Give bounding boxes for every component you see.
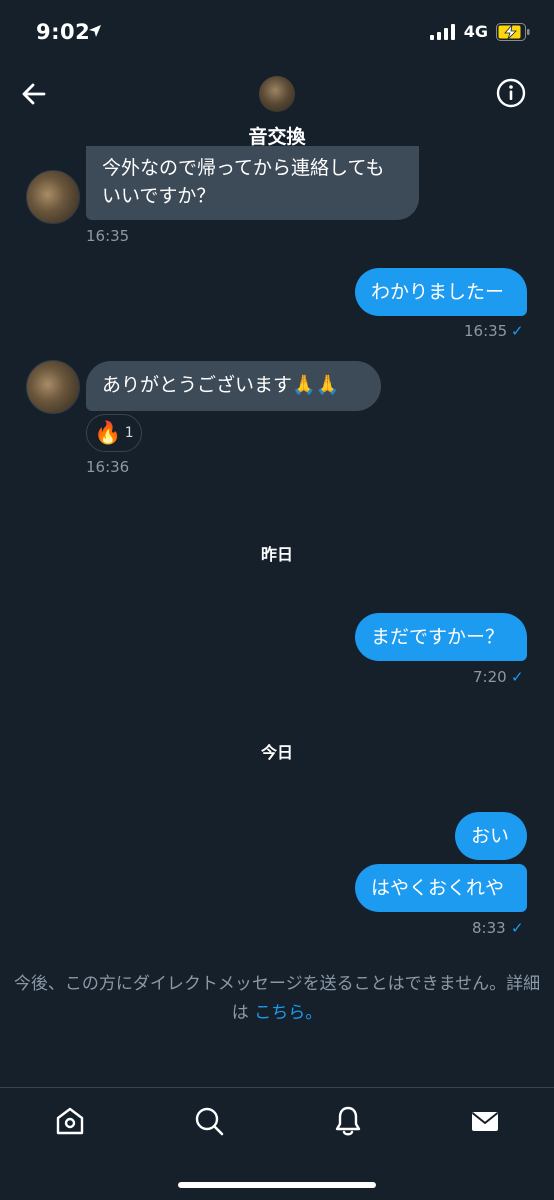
signal-icon <box>429 23 455 40</box>
header-avatar[interactable] <box>259 76 295 112</box>
status-right: 4G <box>429 22 530 41</box>
messages-icon[interactable] <box>468 1104 502 1138</box>
outgoing-message-bubble[interactable]: わかりましたー <box>355 268 527 316</box>
conversation-title[interactable]: 音交換 <box>0 122 554 149</box>
info-icon[interactable] <box>496 78 526 108</box>
sent-check-icon: ✓ <box>511 919 524 937</box>
sent-check-icon: ✓ <box>511 668 524 686</box>
message-timestamp: 16:35 <box>464 322 508 340</box>
message-timestamp: 16:36 <box>86 458 130 476</box>
message-timestamp: 7:20 <box>473 668 507 686</box>
home-indicator <box>178 1182 376 1188</box>
fire-reaction-icon: 🔥 <box>94 420 122 446</box>
sent-check-icon: ✓ <box>511 322 524 340</box>
battery-charging-icon <box>496 22 530 41</box>
notifications-icon[interactable] <box>331 1104 365 1138</box>
home-icon[interactable] <box>53 1104 87 1138</box>
back-arrow-icon[interactable] <box>18 78 50 110</box>
dm-restriction-notice: 今後、この方にダイレクトメッセージを送ることはできません。詳細は こちら。 <box>10 970 544 1028</box>
outgoing-message-bubble[interactable]: はやくおくれや <box>355 864 527 912</box>
date-divider: 今日 <box>260 743 293 762</box>
sender-avatar[interactable] <box>26 360 80 414</box>
network-label: 4G <box>463 22 488 41</box>
bottom-nav-divider <box>0 1087 554 1088</box>
outgoing-message-bubble[interactable]: まだですかー？ <box>355 613 527 661</box>
sender-avatar[interactable] <box>26 170 80 224</box>
message-text-line: 今外なので帰ってから連絡しても <box>102 157 385 179</box>
date-divider: 昨日 <box>260 545 293 564</box>
status-time: 9:02 <box>36 20 91 44</box>
incoming-message-bubble[interactable]: ありがとうございます🙏🙏 <box>86 361 381 411</box>
learn-more-link[interactable]: こちら。 <box>254 1003 322 1023</box>
message-timestamp: 8:33 <box>472 919 506 937</box>
incoming-message-bubble[interactable]: 今外なので帰ってから連絡しても いいですか？ <box>86 146 419 220</box>
message-text-line: いいですか？ <box>102 185 216 207</box>
search-icon[interactable] <box>192 1104 226 1138</box>
location-arrow-icon <box>89 25 101 37</box>
outgoing-message-bubble[interactable]: おい <box>455 812 527 860</box>
message-timestamp: 16:35 <box>86 227 130 245</box>
reaction-badge[interactable]: 🔥 1 <box>86 414 142 452</box>
reaction-count: 1 <box>124 425 134 441</box>
